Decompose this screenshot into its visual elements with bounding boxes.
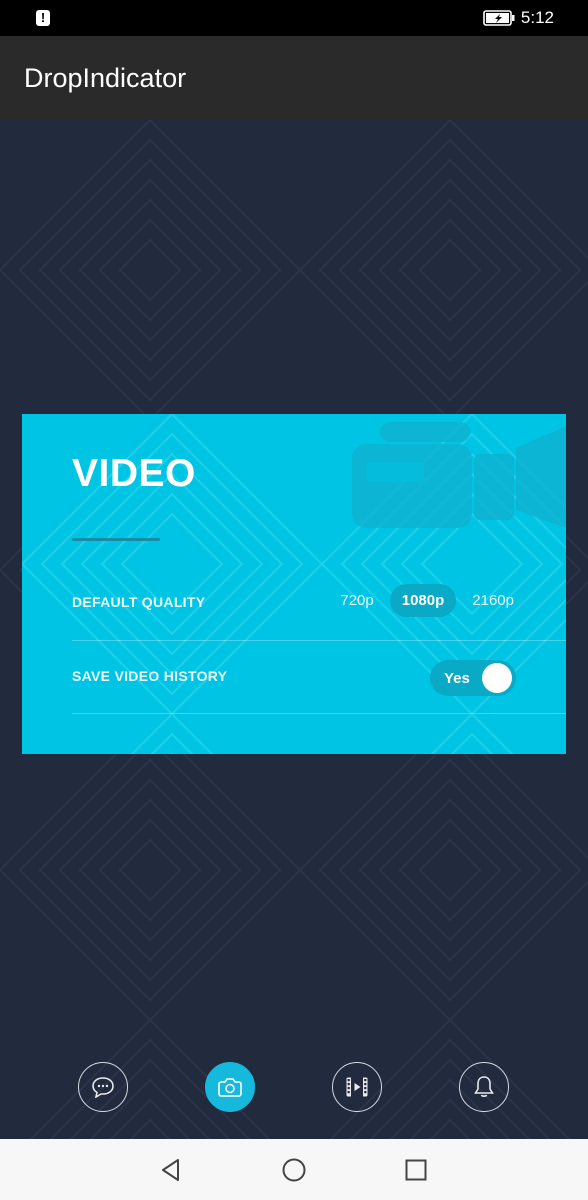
divider (72, 713, 566, 714)
default-quality-label: DEFAULT QUALITY (72, 594, 206, 610)
quality-option-720p[interactable]: 720p (328, 584, 385, 617)
home-button[interactable] (281, 1157, 307, 1183)
chat-button[interactable] (78, 1062, 128, 1112)
alert-icon: ! (36, 10, 50, 26)
recents-button[interactable] (403, 1157, 429, 1183)
back-button[interactable] (158, 1157, 184, 1183)
card-title: VIDEO (72, 452, 196, 495)
save-history-toggle[interactable]: Yes (430, 660, 516, 696)
camera-icon (218, 1078, 242, 1097)
video-settings-card: VIDEO DEFAULT QUALITY 720p 1080p 2160p S… (22, 414, 566, 754)
default-quality-row: DEFAULT QUALITY 720p 1080p 2160p (72, 566, 566, 638)
recents-icon (405, 1159, 427, 1181)
camera-button[interactable] (205, 1062, 255, 1112)
toggle-text: Yes (444, 669, 470, 687)
app-bar: DropIndicator (0, 36, 588, 120)
toggle-knob (482, 663, 512, 693)
chat-bubble-icon (92, 1077, 114, 1098)
main-content: VIDEO DEFAULT QUALITY 720p 1080p 2160p S… (0, 120, 588, 1139)
video-button[interactable] (332, 1062, 382, 1112)
notifications-button[interactable] (459, 1062, 509, 1112)
status-time: 5:12 (520, 8, 554, 27)
quality-option-1080p[interactable]: 1080p (389, 584, 457, 617)
film-icon (346, 1077, 368, 1097)
quality-selector: 720p 1080p 2160p (328, 584, 526, 617)
video-camera-icon (352, 422, 566, 528)
battery-charging-icon (483, 10, 515, 26)
app-title: DropIndicator (24, 62, 187, 93)
status-bar: ! 5:12 (0, 0, 588, 36)
bottom-icon-nav (0, 1062, 588, 1112)
quality-option-2160p[interactable]: 2160p (460, 584, 526, 617)
save-history-row: SAVE VIDEO HISTORY Yes (72, 640, 566, 712)
back-icon (162, 1159, 179, 1181)
bell-icon (474, 1076, 494, 1097)
status-right: 5:12 (483, 8, 554, 28)
title-underline (72, 538, 160, 541)
home-icon (282, 1158, 306, 1182)
save-history-label: SAVE VIDEO HISTORY (72, 668, 228, 684)
system-nav-bar (0, 1139, 588, 1200)
